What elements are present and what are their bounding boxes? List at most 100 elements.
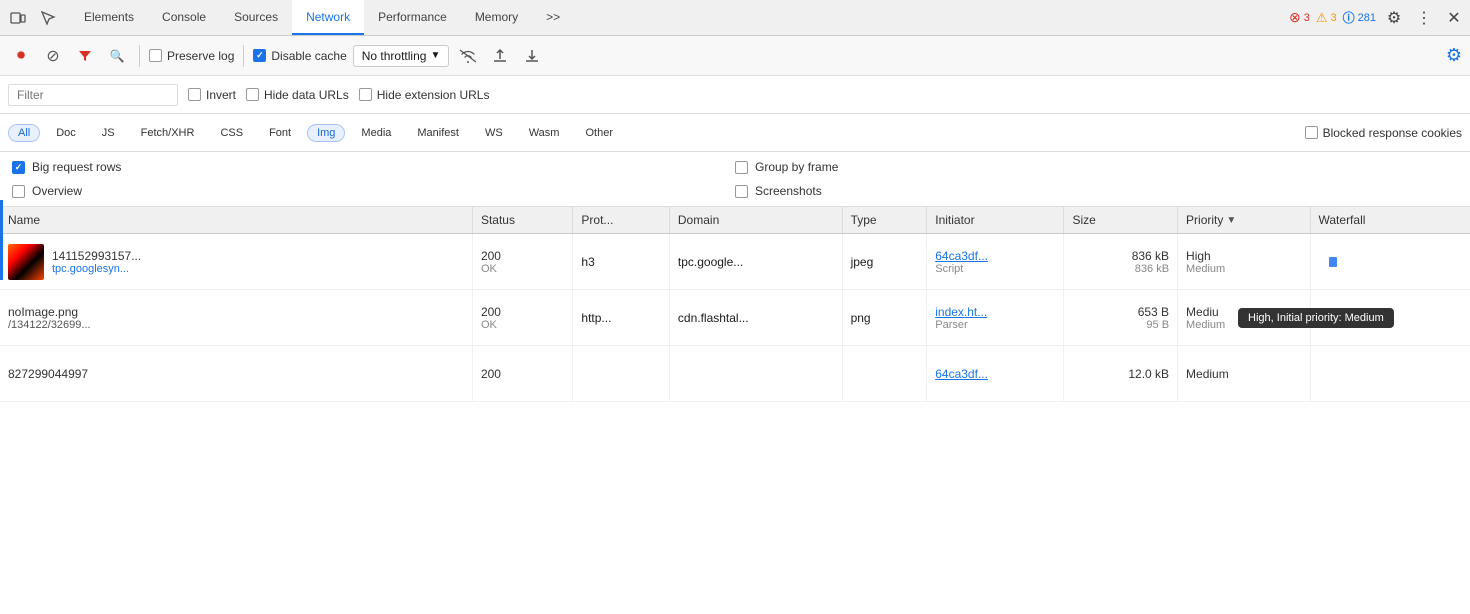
type-filter-img[interactable]: Img [307,124,345,142]
table-row[interactable]: 141152993157... tpc.googlesyn... 200 OK … [0,234,1470,290]
hide-data-urls-checkbox[interactable] [246,88,259,101]
col-type[interactable]: Type [842,207,927,234]
priority-sort-icon[interactable]: ▼ [1226,215,1236,226]
type-filter-media[interactable]: Media [351,124,401,142]
tab-sources[interactable]: Sources [220,0,292,35]
hide-data-urls-toggle[interactable]: Hide data URLs [246,88,349,102]
cell-name-2: noImage.png /134122/32699... [0,290,472,346]
screenshots-checkbox[interactable] [735,185,748,198]
network-table-container: Name Status Prot... Domain Type Initiato… [0,207,1470,614]
options-col-right: Group by frame Screenshots [735,160,1458,198]
type-filter-manifest[interactable]: Manifest [407,124,469,142]
tab-performance[interactable]: Performance [364,0,461,35]
tab-memory[interactable]: Memory [461,0,532,35]
disable-cache-checkbox[interactable] [253,49,266,62]
tab-bar: Elements Console Sources Network Perform… [0,0,1470,36]
tab-console[interactable]: Console [148,0,220,35]
col-size[interactable]: Size [1064,207,1178,234]
big-request-rows-toggle[interactable]: Big request rows [12,160,735,174]
cell-initiator-1: 64ca3df... Script [927,234,1064,290]
overview-checkbox[interactable] [12,185,25,198]
table-row[interactable]: noImage.png /134122/32699... 200 OK http… [0,290,1470,346]
invert-checkbox[interactable] [188,88,201,101]
cell-type-3 [842,346,927,402]
col-priority[interactable]: Priority ▼ [1178,207,1310,234]
type-filter-other[interactable]: Other [575,124,623,142]
table-row[interactable]: 827299044997 200 64ca3df... 12.0 kB [0,346,1470,402]
device-toggle-icon[interactable] [4,4,32,32]
cell-initiator-3: 64ca3df... [927,346,1064,402]
cell-domain-3 [669,346,842,402]
tab-more[interactable]: >> [532,0,574,35]
col-waterfall[interactable]: Waterfall [1310,207,1470,234]
type-filter-ws[interactable]: WS [475,124,513,142]
cell-domain-1: tpc.google... [669,234,842,290]
col-protocol[interactable]: Prot... [573,207,669,234]
thumbnail-1 [8,244,44,280]
hide-extension-urls-checkbox[interactable] [359,88,372,101]
col-domain[interactable]: Domain [669,207,842,234]
type-filter-fetch-xhr[interactable]: Fetch/XHR [131,124,205,142]
hide-extension-urls-toggle[interactable]: Hide extension URLs [359,88,490,102]
col-name[interactable]: Name [0,207,472,234]
type-filter-doc[interactable]: Doc [46,124,86,142]
group-by-frame-toggle[interactable]: Group by frame [735,160,1458,174]
network-table: Name Status Prot... Domain Type Initiato… [0,207,1470,402]
options-col-left: Big request rows Overview [12,160,735,198]
cell-size-2: 653 B 95 B [1064,290,1178,346]
disable-cache-toggle[interactable]: Disable cache [253,49,346,63]
cell-size-3: 12.0 kB [1064,346,1178,402]
group-by-frame-checkbox[interactable] [735,161,748,174]
col-initiator[interactable]: Initiator [927,207,1064,234]
cell-priority-2: Mediu Medium High, Initial priority: Med… [1178,290,1310,346]
search-icon[interactable]: 🔍 [104,43,130,69]
cell-status-3: 200 [472,346,572,402]
type-filter-wasm[interactable]: Wasm [519,124,570,142]
cell-protocol-2: http... [573,290,669,346]
network-settings-icon[interactable]: ⚙ [1446,45,1462,66]
upload-icon[interactable] [487,43,513,69]
clear-button[interactable]: ⊘ [40,43,66,69]
cell-waterfall-3 [1310,346,1470,402]
tab-network[interactable]: Network [292,0,364,35]
type-filter-font[interactable]: Font [259,124,301,142]
cell-type-2: png [842,290,927,346]
type-filter-css[interactable]: CSS [210,124,253,142]
close-icon[interactable]: ✕ [1442,6,1466,30]
wifi-icon[interactable] [455,43,481,69]
cell-name-3: 827299044997 [0,346,472,402]
tab-elements[interactable]: Elements [70,0,148,35]
more-options-icon[interactable]: ⋮ [1412,6,1436,30]
settings-icon[interactable]: ⚙ [1382,6,1406,30]
preserve-log-toggle[interactable]: Preserve log [149,49,234,63]
cell-status-2: 200 OK [472,290,572,346]
type-filter-js[interactable]: JS [92,124,125,142]
invert-toggle[interactable]: Invert [188,88,236,102]
preserve-log-checkbox[interactable] [149,49,162,62]
cell-status-1: 200 OK [472,234,572,290]
waterfall-bar-1 [1329,257,1337,267]
options-row: Big request rows Overview Group by frame… [0,152,1470,207]
type-filter-all[interactable]: All [8,124,40,142]
col-status[interactable]: Status [472,207,572,234]
stop-recording-button[interactable]: ⏺ [8,43,34,69]
table-header-row: Name Status Prot... Domain Type Initiato… [0,207,1470,234]
cell-domain-2: cdn.flashtal... [669,290,842,346]
toolbar-separator-2 [243,45,244,67]
filter-icon[interactable] [72,43,98,69]
toolbar-right: ⚙ [1446,45,1462,66]
overview-toggle[interactable]: Overview [12,184,735,198]
cell-priority-1: High Medium [1178,234,1310,290]
cell-priority-3: Medium [1178,346,1310,402]
screenshots-toggle[interactable]: Screenshots [735,184,1458,198]
filter-input[interactable] [8,84,178,106]
cell-protocol-3 [573,346,669,402]
download-icon[interactable] [519,43,545,69]
cell-type-1: jpeg [842,234,927,290]
throttle-dropdown[interactable]: No throttling ▼ [353,45,450,67]
cell-name-1: 141152993157... tpc.googlesyn... [0,234,472,290]
blocked-response-cookies-toggle[interactable]: Blocked response cookies [1305,126,1462,140]
blocked-response-cookies-checkbox[interactable] [1305,126,1318,139]
inspect-icon[interactable] [34,4,62,32]
big-request-rows-checkbox[interactable] [12,161,25,174]
